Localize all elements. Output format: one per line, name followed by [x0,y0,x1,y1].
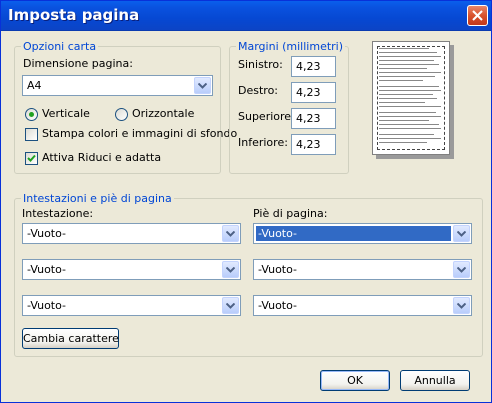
preview-line [379,138,441,139]
preview-line [379,124,439,125]
preview-line [379,52,437,53]
preview-line [379,72,441,73]
title-bar[interactable]: Imposta pagina [1,1,491,31]
footer-select-2-value: -Vuoto- [258,263,298,276]
preview-line [379,60,434,61]
preview-line [379,106,441,107]
preview-line [379,56,441,57]
shrink-to-fit-checkbox[interactable] [25,152,38,165]
ok-button[interactable]: OK [320,370,390,391]
footer-select-3-dropdown[interactable] [453,297,470,314]
chevron-down-icon [226,267,235,273]
footer-label: Piè di pagina: [253,207,328,220]
dialog-title: Imposta pagina [8,6,140,24]
portrait-radio[interactable] [25,108,38,121]
close-button[interactable] [467,5,488,26]
chevron-down-icon [226,231,235,237]
header-select-3-dropdown[interactable] [222,297,239,314]
preview-line [379,142,427,143]
top-margin-label: Superiore: [238,110,295,123]
right-margin-value: 4,23 [296,86,321,99]
landscape-radio[interactable] [115,108,128,121]
footer-select-1[interactable]: -Vuoto- [253,223,472,244]
chevron-down-icon [198,83,207,89]
landscape-label: Orizzontale [132,107,195,120]
portrait-label: Verticale [42,107,90,120]
preview-line [379,98,437,99]
header-select-2-dropdown[interactable] [222,261,239,278]
bottom-margin-label: Inferiore: [238,136,288,149]
header-select-2[interactable]: -Vuoto- [22,259,241,280]
shrink-to-fit-label: Attiva Riduci e adatta [42,151,162,164]
top-margin-input[interactable]: 4,23 [291,108,336,129]
chevron-down-icon [226,303,235,309]
page-size-dropdown-button[interactable] [194,77,211,94]
header-select-1-dropdown[interactable] [222,225,239,242]
preview-line [379,128,441,129]
page-size-label: Dimensione pagina: [23,57,133,70]
print-background-checkbox[interactable] [25,128,38,141]
close-icon [472,10,483,21]
footer-select-1-value: -Vuoto- [256,226,451,241]
left-margin-label: Sinistro: [238,58,283,71]
top-margin-value: 4,23 [296,112,321,125]
page-setup-dialog: Imposta pagina Opzioni carta Dimensione … [0,0,492,403]
header-select-1-value: -Vuoto- [27,227,67,240]
preview-line [379,76,435,77]
chevron-down-icon [457,267,466,273]
cancel-button[interactable]: Annulla [400,370,470,391]
chevron-down-icon [457,231,466,237]
header-select-3[interactable]: -Vuoto- [22,295,241,316]
preview-line [379,94,433,95]
header-select-1[interactable]: -Vuoto- [22,223,241,244]
change-font-button[interactable]: Cambia carattere [22,328,119,349]
preview-line [379,80,423,81]
margins-legend: Margini (millimetri) [236,40,346,53]
footer-select-3-value: -Vuoto- [258,299,298,312]
checkmark-icon [27,154,36,162]
preview-line [379,134,434,135]
bottom-margin-input[interactable]: 4,23 [291,134,336,155]
footer-select-1-dropdown[interactable] [453,225,470,242]
header-label: Intestazione: [22,207,94,220]
footer-select-2-dropdown[interactable] [453,261,470,278]
preview-line [379,86,439,87]
page-preview [372,41,454,159]
footer-select-3[interactable]: -Vuoto- [253,295,472,316]
right-margin-label: Destro: [238,84,278,97]
preview-line [379,48,429,49]
page-size-value: A4 [27,79,42,92]
right-margin-input[interactable]: 4,23 [291,82,336,103]
page-size-select[interactable]: A4 [22,75,213,96]
preview-line [379,120,429,121]
left-margin-value: 4,23 [296,60,321,73]
paper-options-legend: Opzioni carta [21,40,99,53]
preview-line [379,64,439,65]
headers-footers-legend: Intestazioni e piè di pagina [21,192,174,205]
preview-line [379,90,441,91]
preview-line [379,102,425,103]
preview-line [379,112,436,113]
left-margin-input[interactable]: 4,23 [291,56,336,77]
radio-selected-dot [29,112,34,117]
bottom-margin-value: 4,23 [296,138,321,151]
header-select-2-value: -Vuoto- [27,263,67,276]
chevron-down-icon [457,303,466,309]
footer-select-2[interactable]: -Vuoto- [253,259,472,280]
preview-line [379,116,441,117]
preview-line [379,68,427,69]
header-select-3-value: -Vuoto- [27,299,67,312]
preview-page [372,41,450,155]
print-background-label: Stampa colori e immagini di sfondo [42,127,238,140]
